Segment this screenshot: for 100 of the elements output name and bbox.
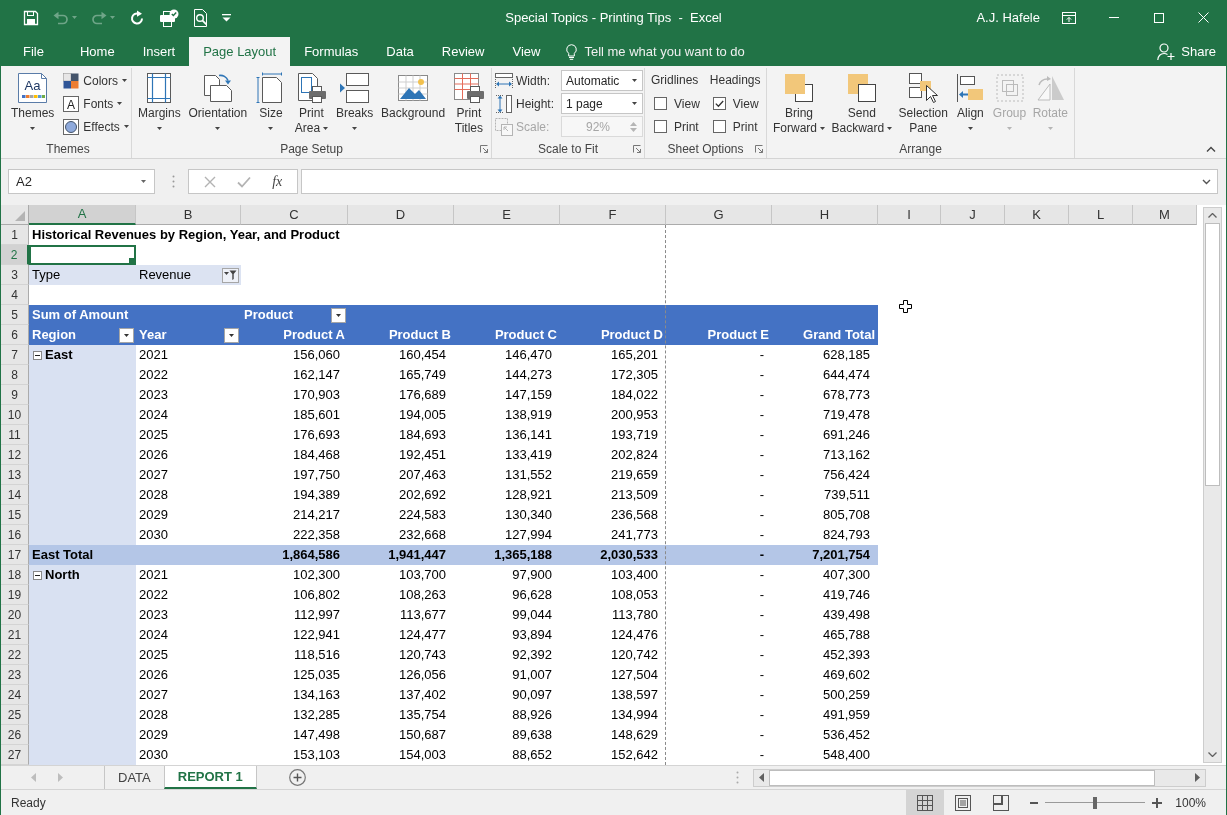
row-header[interactable]: 14 xyxy=(1,485,29,505)
ribbon-tab[interactable]: Home xyxy=(65,37,129,66)
print-titles-button[interactable]: Print Titles xyxy=(449,68,488,138)
themes-button[interactable]: Aa Themes xyxy=(8,68,58,138)
horizontal-scrollbar[interactable] xyxy=(753,768,1206,787)
print-area-button[interactable]: Print Area xyxy=(291,68,332,138)
formula-input[interactable] xyxy=(301,169,1218,194)
row-header[interactable]: 11 xyxy=(1,425,29,445)
close-icon[interactable] xyxy=(1198,12,1209,23)
printer-icon[interactable] xyxy=(159,8,179,27)
column-header[interactable]: E xyxy=(454,205,560,225)
dialog-launcher-icon[interactable] xyxy=(633,145,641,153)
sheet-tab[interactable]: REPORT 1 xyxy=(163,766,257,789)
row-header[interactable]: 22 xyxy=(1,645,29,665)
height-dropdown[interactable]: 1 page xyxy=(561,93,643,114)
dialog-launcher-icon[interactable] xyxy=(480,145,488,153)
checkbox[interactable] xyxy=(654,120,667,133)
scrollbar-thumb[interactable] xyxy=(769,769,1155,786)
column-header[interactable]: C xyxy=(241,205,348,225)
expand-icon[interactable] xyxy=(1202,178,1211,185)
ribbon-tab[interactable]: Formulas xyxy=(290,37,373,66)
view-button[interactable] xyxy=(906,790,945,815)
column-header[interactable]: G xyxy=(666,205,772,225)
checkbox-label[interactable]: Print xyxy=(674,117,699,136)
ribbon-tab[interactable]: Review xyxy=(427,37,499,66)
row-header[interactable]: 26 xyxy=(1,725,29,745)
row-header[interactable]: 15 xyxy=(1,505,29,525)
row-header[interactable]: 25 xyxy=(1,705,29,725)
bring-forward-button[interactable]: Bring Forward xyxy=(770,68,828,138)
share-button[interactable]: Share xyxy=(1157,37,1216,66)
row-header[interactable]: 10 xyxy=(1,405,29,425)
tell-me-search[interactable]: Tell me what you want to do xyxy=(566,37,745,66)
column-header[interactable]: A xyxy=(29,205,136,225)
column-header[interactable]: K xyxy=(1005,205,1069,225)
orientation-button[interactable]: Orientation xyxy=(185,68,251,138)
width-dropdown[interactable]: Automatic xyxy=(561,70,643,91)
vertical-scrollbar[interactable] xyxy=(1203,207,1222,763)
column-header[interactable]: J xyxy=(941,205,1005,225)
column-header[interactable]: M xyxy=(1133,205,1197,225)
print-preview-icon[interactable] xyxy=(193,8,208,27)
row-header[interactable]: 20 xyxy=(1,605,29,625)
insert-function-button[interactable]: fx xyxy=(272,173,283,190)
grip-icon[interactable] xyxy=(172,175,175,188)
row-header[interactable]: 19 xyxy=(1,585,29,605)
row-header[interactable]: 21 xyxy=(1,625,29,645)
dialog-launcher-icon[interactable] xyxy=(755,145,763,153)
row-header[interactable]: 6 xyxy=(1,325,29,345)
refresh-icon[interactable] xyxy=(129,9,145,26)
save-icon[interactable] xyxy=(23,9,39,26)
column-header[interactable]: F xyxy=(560,205,666,225)
row-header[interactable]: 7 xyxy=(1,345,29,365)
row-header[interactable]: 2 xyxy=(1,245,29,265)
checkbox[interactable] xyxy=(712,120,726,133)
row-header[interactable]: 12 xyxy=(1,445,29,465)
ribbon-display-icon[interactable] xyxy=(1061,11,1076,24)
row-header[interactable]: 23 xyxy=(1,665,29,685)
row-header[interactable]: 16 xyxy=(1,525,29,545)
ribbon-tab[interactable]: View xyxy=(498,37,555,66)
collapse-icon[interactable] xyxy=(33,570,42,580)
row-header[interactable]: 9 xyxy=(1,385,29,405)
column-header[interactable]: B xyxy=(136,205,241,225)
column-header[interactable]: D xyxy=(348,205,454,225)
scrollbar-thumb[interactable] xyxy=(1205,223,1220,486)
effects-button[interactable]: Effects xyxy=(60,115,132,138)
size-button[interactable]: Size xyxy=(252,68,290,138)
ribbon-tab[interactable]: File xyxy=(9,37,58,66)
row-header[interactable]: 5 xyxy=(1,305,29,325)
align-button[interactable]: Align xyxy=(951,68,990,138)
row-header[interactable]: 1 xyxy=(1,225,29,245)
checkbox[interactable] xyxy=(712,97,726,110)
collapse-ribbon-icon[interactable] xyxy=(1206,146,1216,152)
row-header[interactable]: 3 xyxy=(1,265,29,285)
checkbox[interactable] xyxy=(654,97,667,110)
row-header[interactable]: 24 xyxy=(1,685,29,705)
fonts-button[interactable]: A Fonts xyxy=(60,92,132,115)
scroll-right-icon[interactable] xyxy=(1195,773,1200,782)
send-backward-button[interactable]: Send Backward xyxy=(828,68,896,138)
selection-pane-button[interactable]: Selection Pane xyxy=(895,68,951,138)
row-header[interactable]: 27 xyxy=(1,745,29,765)
user-name[interactable]: A.J. Hafele xyxy=(976,7,1040,28)
background-button[interactable]: Background xyxy=(378,68,449,138)
checkbox-label[interactable]: Print xyxy=(732,117,758,136)
column-header[interactable]: H xyxy=(772,205,878,225)
zoom-in-icon[interactable] xyxy=(1152,797,1163,808)
row-header[interactable]: 4 xyxy=(1,285,29,305)
zoom-out-icon[interactable] xyxy=(1030,801,1039,804)
row-header[interactable]: 8 xyxy=(1,365,29,385)
name-box[interactable]: A2 xyxy=(8,169,155,194)
slider-thumb[interactable] xyxy=(1093,796,1098,809)
customize-icon[interactable] xyxy=(222,13,231,22)
row-header[interactable]: 17 xyxy=(1,545,29,565)
add-sheet-icon[interactable] xyxy=(288,769,306,786)
scroll-up-icon[interactable] xyxy=(1208,213,1217,218)
checkbox-label[interactable]: View xyxy=(674,94,700,113)
column-header[interactable]: L xyxy=(1069,205,1133,225)
minimize-icon[interactable] xyxy=(1108,17,1119,18)
scroll-down-icon[interactable] xyxy=(1208,752,1217,757)
row-header[interactable]: 13 xyxy=(1,465,29,485)
collapse-icon[interactable] xyxy=(33,350,42,360)
ribbon-tab[interactable]: Data xyxy=(372,37,428,66)
